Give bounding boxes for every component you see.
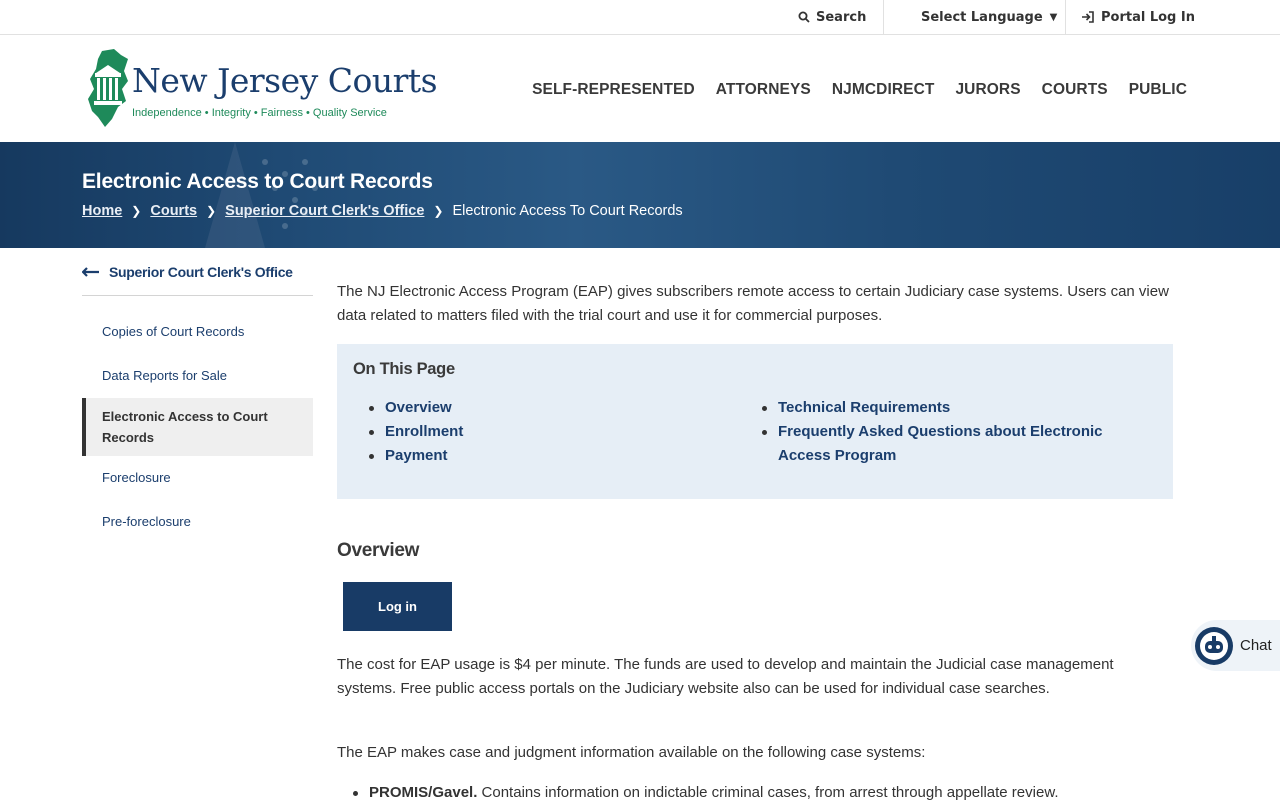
sign-in-icon bbox=[1082, 11, 1094, 23]
jump-link-payment[interactable]: Payment bbox=[385, 447, 448, 464]
chevron-right-icon: ❯ bbox=[433, 204, 444, 218]
breadcrumb-courts[interactable]: Courts bbox=[150, 203, 197, 219]
nav-self-represented[interactable]: SELF-REPRESENTED bbox=[532, 81, 695, 99]
overview-heading: Overview bbox=[337, 540, 420, 561]
logo-title: New Jersey Courts bbox=[132, 61, 438, 100]
intro-paragraph: The NJ Electronic Access Program (EAP) g… bbox=[337, 283, 1169, 324]
jump-link-overview[interactable]: Overview bbox=[385, 399, 452, 416]
utility-bar: Search Select Language ▼ Portal Log In bbox=[0, 0, 1280, 35]
sidebar-back-link[interactable]: Superior Court Clerk's Office bbox=[82, 248, 313, 296]
on-this-page-box: On This Page Overview Enrollment Payment… bbox=[337, 344, 1173, 499]
log-in-button[interactable]: Log in bbox=[343, 582, 452, 631]
flag-decoration bbox=[205, 142, 318, 248]
search-link[interactable]: Search bbox=[798, 0, 866, 34]
chatbot-icon bbox=[1195, 626, 1233, 665]
nj-state-logo-icon bbox=[88, 49, 128, 127]
main-navigation: SELF-REPRESENTED ATTORNEYS NJMCDIRECT JU… bbox=[532, 81, 1187, 99]
breadcrumb-clerk-office[interactable]: Superior Court Clerk's Office bbox=[225, 203, 424, 219]
language-select[interactable]: Select Language ▼ bbox=[921, 0, 1057, 34]
breadcrumb-home[interactable]: Home bbox=[82, 203, 122, 219]
search-icon bbox=[798, 11, 810, 23]
site-logo[interactable]: New Jersey Courts Independence • Integri… bbox=[88, 49, 438, 129]
chat-widget[interactable]: Chat bbox=[1191, 620, 1280, 671]
page-banner: Electronic Access to Court Records Home … bbox=[0, 142, 1280, 248]
nav-jurors[interactable]: JURORS bbox=[955, 81, 1020, 99]
cost-paragraph: The cost for EAP usage is $4 per minute.… bbox=[337, 656, 1114, 697]
on-this-page-title: On This Page bbox=[353, 360, 455, 378]
nav-njmcdirect[interactable]: NJMCDIRECT bbox=[832, 81, 935, 99]
case-systems-list: PROMIS/Gavel. Contains information on in… bbox=[353, 781, 1173, 800]
sidebar-item-copies[interactable]: Copies of Court Records bbox=[82, 310, 313, 354]
portal-login-link[interactable]: Portal Log In bbox=[1081, 0, 1195, 34]
portal-label: Portal Log In bbox=[1101, 9, 1195, 25]
sidebar: Superior Court Clerk's Office Copies of … bbox=[82, 248, 313, 544]
language-label: Select Language bbox=[921, 9, 1043, 25]
nav-courts[interactable]: COURTS bbox=[1042, 81, 1108, 99]
chevron-right-icon: ❯ bbox=[131, 204, 142, 218]
list-item: PROMIS/Gavel. Contains information on in… bbox=[353, 781, 1173, 800]
search-label: Search bbox=[816, 9, 867, 25]
system-name: PROMIS/Gavel. bbox=[369, 784, 478, 800]
breadcrumb: Home ❯ Courts ❯ Superior Court Clerk's O… bbox=[82, 203, 683, 219]
sidebar-list: Copies of Court Records Data Reports for… bbox=[82, 310, 313, 544]
page-title: Electronic Access to Court Records bbox=[82, 170, 433, 193]
caret-down-icon: ▼ bbox=[1049, 11, 1058, 23]
utility-divider bbox=[883, 0, 884, 34]
jump-link-technical-requirements[interactable]: Technical Requirements bbox=[778, 399, 950, 416]
sidebar-back-label: Superior Court Clerk's Office bbox=[109, 263, 293, 280]
nav-public[interactable]: PUBLIC bbox=[1129, 81, 1187, 99]
eap-paragraph: The EAP makes case and judgment informat… bbox=[337, 744, 926, 761]
jump-link-enrollment[interactable]: Enrollment bbox=[385, 423, 463, 440]
site-header: New Jersey Courts Independence • Integri… bbox=[0, 35, 1280, 142]
arrow-left-icon bbox=[82, 266, 99, 277]
breadcrumb-current: Electronic Access To Court Records bbox=[452, 203, 683, 219]
jump-link-faq[interactable]: Frequently Asked Questions about Electro… bbox=[778, 423, 1103, 464]
on-this-page-list: Technical Requirements Frequently Asked … bbox=[762, 396, 1142, 468]
utility-divider bbox=[1065, 0, 1066, 34]
chat-label: Chat bbox=[1240, 637, 1272, 654]
chevron-right-icon: ❯ bbox=[206, 204, 217, 218]
sidebar-item-data-reports[interactable]: Data Reports for Sale bbox=[82, 354, 313, 398]
sidebar-item-electronic-access[interactable]: Electronic Access to Court Records bbox=[82, 398, 313, 456]
logo-tagline: Independence • Integrity • Fairness • Qu… bbox=[132, 107, 387, 119]
system-description: Contains information on indictable crimi… bbox=[477, 784, 1059, 800]
nav-attorneys[interactable]: ATTORNEYS bbox=[716, 81, 811, 99]
on-this-page-list: Overview Enrollment Payment bbox=[369, 396, 729, 468]
sidebar-item-foreclosure[interactable]: Foreclosure bbox=[82, 456, 313, 500]
sidebar-item-pre-foreclosure[interactable]: Pre-foreclosure bbox=[82, 500, 313, 544]
